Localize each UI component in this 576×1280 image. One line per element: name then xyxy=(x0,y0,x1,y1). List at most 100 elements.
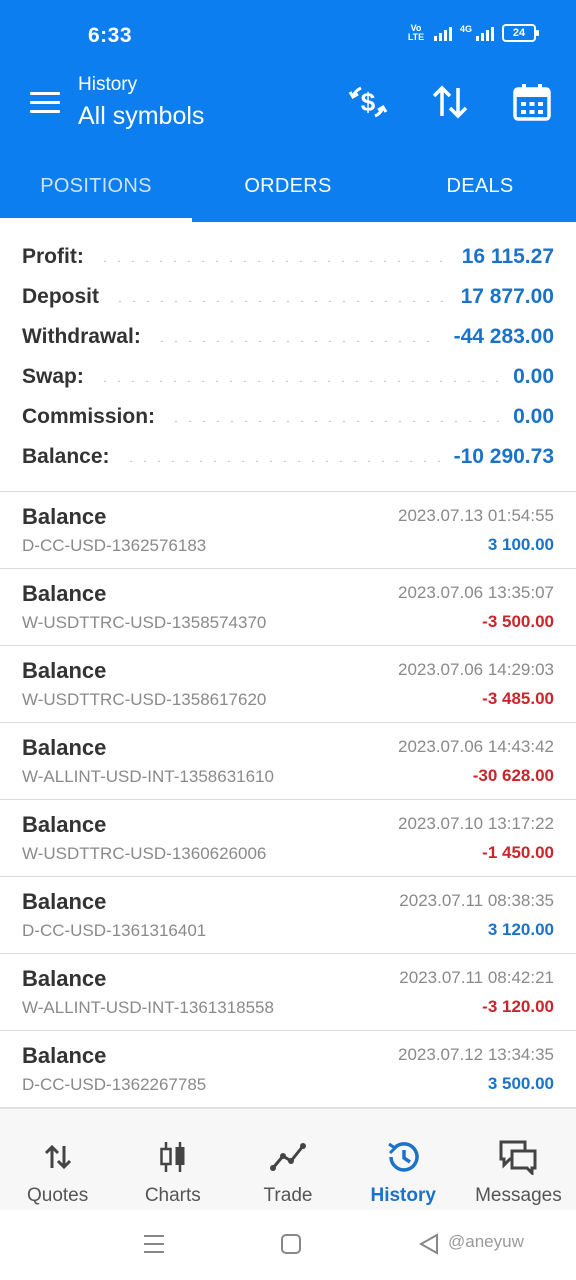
summary-row-balance: Balance: -10 290.73 xyxy=(22,437,554,477)
charts-icon xyxy=(158,1135,188,1179)
signal-icon-2 xyxy=(476,25,494,41)
status-bar: 6:33 Vo LTE 4G 24 xyxy=(0,0,576,70)
deal-datetime: 2023.07.11 08:38:35 xyxy=(399,891,554,910)
battery-icon: 24 xyxy=(502,24,539,42)
quotes-icon xyxy=(43,1135,73,1179)
bottom-navigation: Quotes Charts Trade History Messages xyxy=(0,1108,576,1210)
nav-label: History xyxy=(370,1185,436,1206)
list-item[interactable]: Balance W-USDTTRC-USD-1358574370 2023.07… xyxy=(0,569,576,646)
dotted-leader xyxy=(113,300,447,302)
list-item[interactable]: Balance D-CC-USD-1361316401 2023.07.11 0… xyxy=(0,877,576,954)
deal-amount: -3 485.00 xyxy=(482,689,554,708)
deal-amount: -1 450.00 xyxy=(482,843,554,862)
deal-type: Balance xyxy=(22,735,107,760)
deal-type: Balance xyxy=(22,658,107,683)
nav-charts[interactable]: Charts xyxy=(115,1109,230,1210)
deal-amount: -30 628.00 xyxy=(472,766,554,785)
network-type: 4G xyxy=(459,24,472,34)
nav-label: Quotes xyxy=(26,1185,89,1206)
summary-row-commission: Commission: 0.00 xyxy=(22,397,554,437)
home-icon[interactable] xyxy=(280,1232,302,1261)
symbol-selector[interactable]: All symbols xyxy=(78,102,204,131)
watermark: @aneyuw xyxy=(448,1232,524,1251)
deal-type: Balance xyxy=(22,812,107,837)
nav-messages[interactable]: Messages xyxy=(461,1109,576,1210)
back-icon[interactable] xyxy=(418,1232,440,1261)
list-item[interactable]: Balance D-CC-USD-1362576183 2023.07.13 0… xyxy=(0,492,576,569)
list-item[interactable]: Balance W-USDTTRC-USD-1360626006 2023.07… xyxy=(0,800,576,877)
deal-comment: D-CC-USD-1362267785 xyxy=(22,1075,207,1094)
calendar-icon[interactable] xyxy=(510,80,554,124)
tab-orders[interactable]: ORDERS xyxy=(192,146,384,222)
list-item[interactable]: Balance W-ALLINT-USD-INT-1358631610 2023… xyxy=(0,723,576,800)
nav-label: Charts xyxy=(144,1185,201,1206)
trade-icon xyxy=(270,1135,306,1179)
signal-icon xyxy=(433,25,452,41)
status-icons: Vo LTE 4G 24 xyxy=(406,23,539,42)
deal-datetime: 2023.07.11 08:42:21 xyxy=(399,968,554,987)
deal-datetime: 2023.07.12 13:34:35 xyxy=(398,1045,554,1064)
deal-type: Balance xyxy=(22,889,107,914)
app-bar-subtitle: History xyxy=(78,74,138,95)
dotted-leader xyxy=(97,260,448,262)
list-item[interactable]: Balance D-CC-USD-1362267785 2023.07.12 1… xyxy=(0,1031,576,1108)
deal-amount: 3 500.00 xyxy=(487,1074,554,1093)
dotted-leader xyxy=(154,340,440,342)
svg-text:$: $ xyxy=(361,87,376,117)
deal-type: Balance xyxy=(22,581,107,606)
history-icon xyxy=(385,1135,421,1179)
deal-datetime: 2023.07.06 14:29:03 xyxy=(398,660,554,679)
nav-label: Trade xyxy=(263,1185,313,1206)
deal-comment: W-USDTTRC-USD-1358574370 xyxy=(22,613,267,632)
deal-amount: -3 500.00 xyxy=(482,612,554,631)
deal-type: Balance xyxy=(22,966,107,991)
nav-history[interactable]: History xyxy=(346,1109,461,1210)
nav-label: Messages xyxy=(475,1185,562,1206)
battery-level: 24 xyxy=(512,27,526,39)
dotted-leader xyxy=(123,460,440,462)
deal-comment: W-ALLINT-USD-INT-1361318558 xyxy=(22,998,274,1017)
summary-value: 17 877.00 xyxy=(460,285,554,308)
deal-amount: 3 120.00 xyxy=(487,920,554,939)
sort-icon[interactable] xyxy=(428,80,472,124)
history-tabs: POSITIONS ORDERS DEALS xyxy=(0,146,576,222)
volte-indicator: Vo LTE xyxy=(407,23,425,42)
nav-quotes[interactable]: Quotes xyxy=(0,1109,115,1210)
deal-comment: W-USDTTRC-USD-1358617620 xyxy=(22,690,267,709)
deal-datetime: 2023.07.10 13:17:22 xyxy=(398,814,554,833)
list-item[interactable]: Balance W-ALLINT-USD-INT-1361318558 2023… xyxy=(0,954,576,1031)
summary-value: -44 283.00 xyxy=(453,325,554,348)
deal-type: Balance xyxy=(22,1043,107,1068)
nav-trade[interactable]: Trade xyxy=(230,1109,345,1210)
deal-comment: D-CC-USD-1362576183 xyxy=(22,536,207,555)
tab-deals[interactable]: DEALS xyxy=(384,146,576,222)
list-item[interactable]: Balance W-USDTTRC-USD-1358617620 2023.07… xyxy=(0,646,576,723)
deal-type: Balance xyxy=(22,504,107,529)
deal-datetime: 2023.07.06 13:35:07 xyxy=(398,583,554,602)
summary-label: Profit: xyxy=(22,245,84,268)
summary-row-swap: Swap: 0.00 xyxy=(22,357,554,397)
summary-row-profit: Profit: 16 115.27 xyxy=(22,237,554,277)
summary-label: Commission: xyxy=(22,405,156,428)
summary-row-deposit: Deposit 17 877.00 xyxy=(22,277,554,317)
recent-apps-icon[interactable] xyxy=(143,1232,165,1261)
messages-icon xyxy=(498,1135,538,1179)
summary-value: 0.00 xyxy=(513,365,554,388)
status-time: 6:33 xyxy=(88,24,133,47)
summary-label: Swap: xyxy=(22,365,84,388)
summary-value: 0.00 xyxy=(513,405,554,428)
menu-icon[interactable] xyxy=(30,92,60,116)
summary-label: Balance: xyxy=(22,445,110,468)
app-bar: History All symbols $ xyxy=(0,70,576,146)
summary-row-withdrawal: Withdrawal: -44 283.00 xyxy=(22,317,554,357)
deal-comment: W-ALLINT-USD-INT-1358631610 xyxy=(22,767,274,786)
deal-amount: 3 100.00 xyxy=(487,535,554,554)
deal-comment: D-CC-USD-1361316401 xyxy=(22,921,207,940)
summary-label: Deposit xyxy=(22,285,100,308)
summary-label: Withdrawal: xyxy=(22,325,141,348)
dollar-exchange-icon[interactable]: $ xyxy=(346,80,390,124)
deal-datetime: 2023.07.13 01:54:55 xyxy=(398,506,554,525)
dotted-leader xyxy=(169,420,500,422)
tab-positions[interactable]: POSITIONS xyxy=(0,146,192,222)
deal-comment: W-USDTTRC-USD-1360626006 xyxy=(22,844,267,863)
